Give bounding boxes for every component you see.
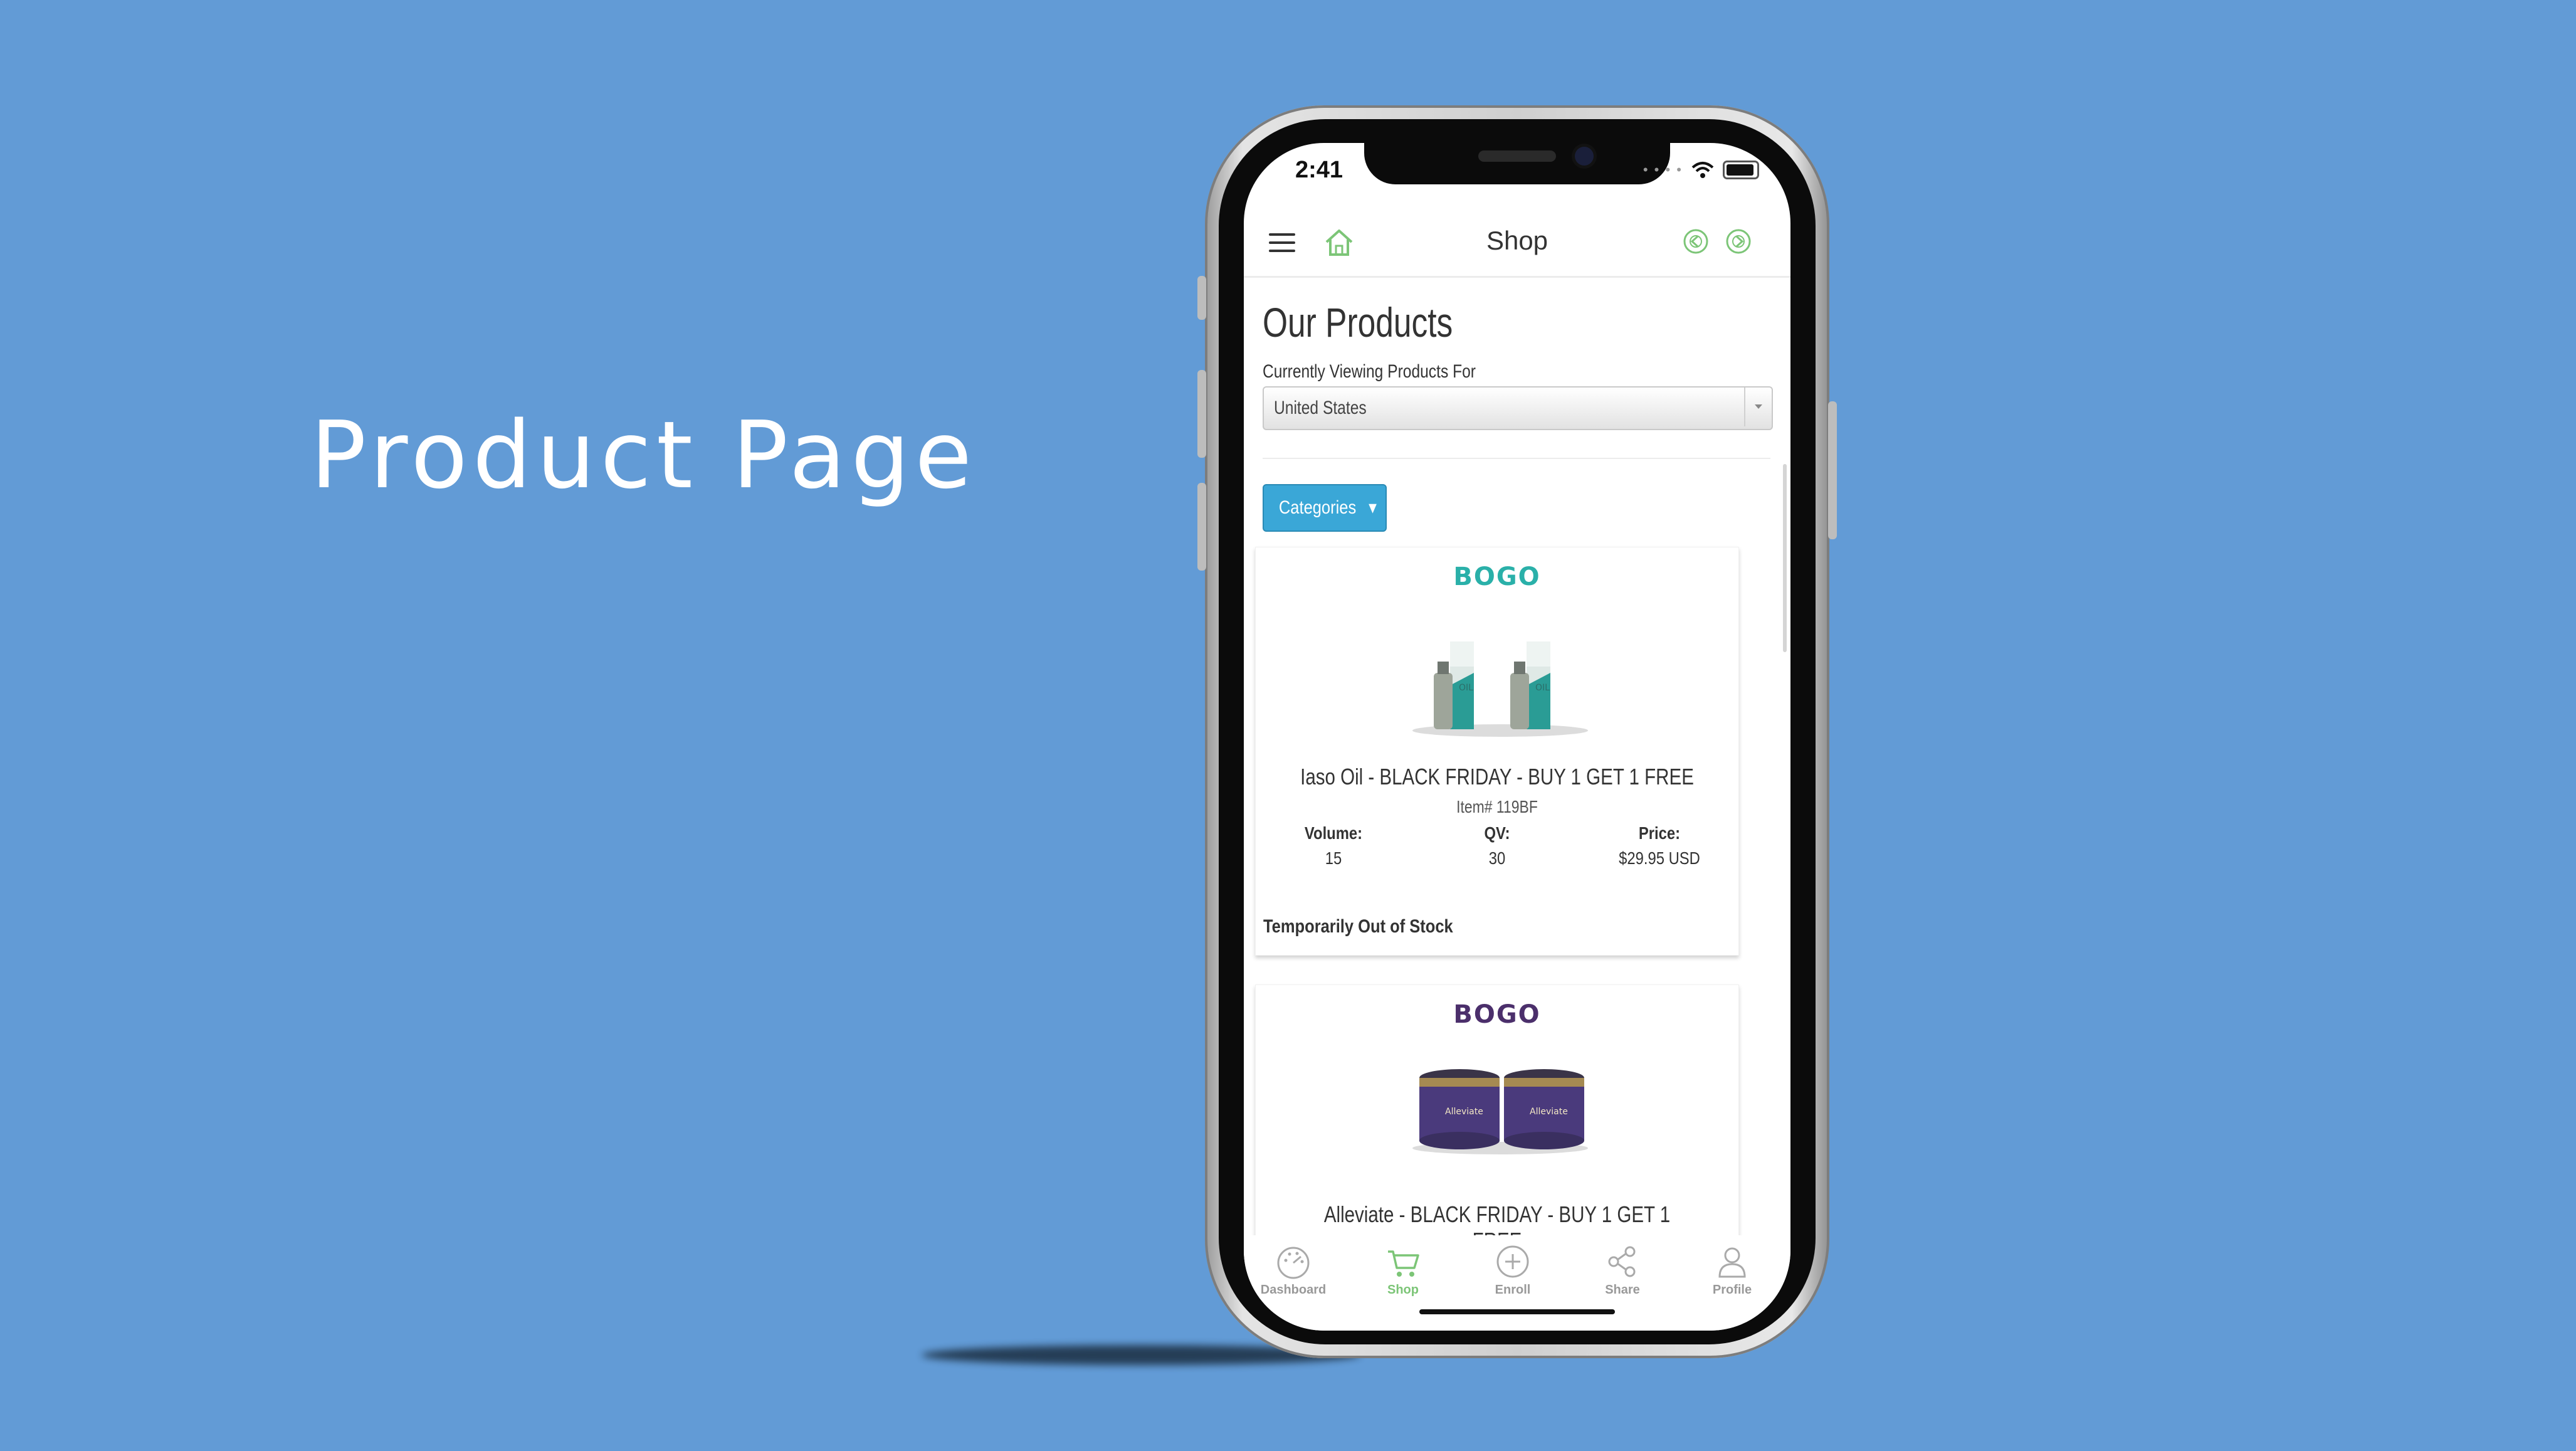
tab-label: Enroll [1495, 1283, 1531, 1297]
home-indicator[interactable] [1419, 1309, 1615, 1314]
country-select[interactable]: United States [1263, 386, 1773, 430]
scrollbar[interactable] [1783, 464, 1787, 652]
bottom-tabbar: Dashboard Shop Enroll Share Profile [1244, 1235, 1790, 1331]
page-title: Our Products [1263, 299, 1453, 346]
tab-share[interactable]: Share [1582, 1243, 1663, 1297]
item-number: Item# 119BF [1456, 797, 1538, 816]
promo-badge: BOGO [1453, 1000, 1541, 1029]
forward-arrow-icon[interactable] [1725, 228, 1752, 255]
share-icon [1608, 1246, 1636, 1277]
hero-title: Product Page [310, 401, 977, 509]
tab-shop[interactable]: Shop [1362, 1243, 1444, 1297]
tab-label: Profile [1712, 1283, 1752, 1297]
qv-value: 30 [1488, 848, 1506, 868]
price-value: $29.95 USD [1619, 848, 1700, 868]
product-name[interactable]: Iaso Oil - BLACK FRIDAY - BUY 1 GET 1 FR… [1299, 764, 1695, 790]
caret-down-icon: ▾ [1369, 497, 1377, 518]
product-image[interactable]: OIL OIL [1406, 616, 1594, 742]
tab-enroll[interactable]: Enroll [1472, 1243, 1553, 1297]
gauge-icon [1277, 1247, 1310, 1279]
volume-down-button [1197, 483, 1206, 571]
country-select-value: United States [1274, 398, 1367, 418]
silent-switch [1197, 276, 1206, 320]
product-name[interactable]: Alleviate - BLACK FRIDAY - BUY 1 GET 1 F… [1299, 1201, 1695, 1235]
front-camera [1575, 147, 1594, 166]
status-time: 2:41 [1295, 157, 1343, 183]
wifi-icon [1691, 162, 1714, 178]
product-card[interactable]: BOGO OIL OIL Iaso Oil - BLACK FRIDAY - B… [1255, 547, 1739, 956]
volume-value: 15 [1325, 848, 1342, 868]
categories-button[interactable]: Categories ▾ [1263, 484, 1387, 532]
svg-text:OIL: OIL [1459, 683, 1473, 693]
signal-dots-icon: • • • • [1643, 162, 1683, 177]
notch [1364, 143, 1670, 184]
qv-label: QV: [1484, 823, 1510, 843]
svg-text:Alleviate: Alleviate [1445, 1107, 1483, 1117]
status-indicators: • • • • [1643, 161, 1759, 179]
volume-up-button [1197, 370, 1206, 458]
divider [1263, 458, 1770, 459]
viewing-label: Currently Viewing Products For [1263, 361, 1476, 382]
tab-label: Share [1605, 1283, 1640, 1297]
svg-text:OIL: OIL [1535, 683, 1550, 693]
top-navbar: Shop [1244, 203, 1790, 278]
volume-label: Volume: [1304, 823, 1363, 843]
speaker-grille [1478, 150, 1556, 162]
back-arrow-icon[interactable] [1683, 228, 1709, 255]
stock-status: Temporarily Out of Stock [1263, 916, 1453, 937]
tab-label: Shop [1387, 1283, 1419, 1297]
tab-dashboard[interactable]: Dashboard [1253, 1243, 1334, 1297]
svg-text:Alleviate: Alleviate [1530, 1107, 1568, 1117]
qv-stat: QV: 30 [1428, 823, 1566, 868]
phone-screen: 2:41 • • • • Shop Our Products Currently… [1244, 143, 1790, 1331]
battery-icon [1723, 161, 1759, 179]
price-label: Price: [1638, 823, 1681, 843]
cart-icon [1388, 1250, 1419, 1277]
person-icon [1718, 1247, 1746, 1278]
product-card[interactable]: BOGO Alleviate Alleviate Alleviate - BLA… [1255, 984, 1739, 1235]
tab-label: Dashboard [1260, 1283, 1327, 1297]
categories-button-label: Categories [1278, 497, 1356, 518]
promo-badge: BOGO [1453, 562, 1541, 591]
chevron-down-icon [1744, 388, 1772, 426]
volume-stat: Volume: 15 [1264, 823, 1402, 868]
power-button [1828, 401, 1837, 539]
product-stats: Volume: 15 QV: 30 Price: $29.95 USD [1256, 823, 1738, 873]
plus-circle-icon [1496, 1245, 1529, 1278]
tab-profile[interactable]: Profile [1691, 1243, 1773, 1297]
product-image[interactable]: Alleviate Alleviate [1406, 1054, 1594, 1179]
shop-content[interactable]: Our Products Currently Viewing Products … [1244, 276, 1790, 1235]
price-stat: Price: $29.95 USD [1590, 823, 1728, 868]
